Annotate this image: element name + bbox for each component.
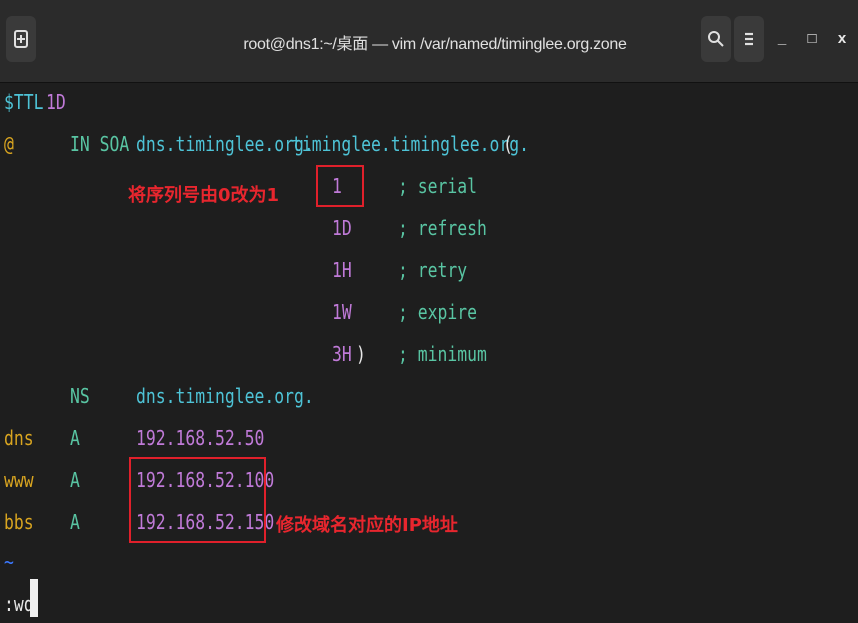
hamburger-menu-icon <box>745 32 753 46</box>
ip-highlight-box <box>129 457 266 543</box>
search-button[interactable] <box>701 16 731 62</box>
soa-nameserver: dns.timinglee.org. <box>136 132 314 156</box>
soa-retry-comment: ; retry <box>398 258 468 282</box>
a-record-type: A <box>70 426 80 450</box>
soa-serial-comment: ; serial <box>398 174 477 198</box>
maximize-button[interactable]: □ <box>802 28 822 48</box>
soa-expire-value: 1W <box>332 300 352 324</box>
window-title: root@dns1:~/桌面 — vim /var/named/timingle… <box>243 36 627 53</box>
soa-class-type: IN SOA <box>70 132 130 156</box>
a-record-name: bbs <box>4 510 34 534</box>
ttl-value: 1D <box>46 90 66 114</box>
ns-record-value: dns.timinglee.org. <box>136 384 314 408</box>
a-record-name: www <box>4 468 34 492</box>
soa-origin: @ <box>4 132 14 156</box>
ip-annotation: 修改域名对应的IP地址 <box>276 515 458 536</box>
close-button[interactable]: x <box>832 28 852 48</box>
soa-expire-comment: ; expire <box>398 300 477 324</box>
a-record-name: dns <box>4 426 34 450</box>
soa-refresh-value: 1D <box>332 216 352 240</box>
new-tab-icon <box>14 30 28 48</box>
soa-minimum-comment: ; minimum <box>398 342 487 366</box>
soa-email: timinglee.timinglee.org. <box>292 132 529 156</box>
a-record-type: A <box>70 468 80 492</box>
a-record-ip: 192.168.52.50 <box>136 426 265 450</box>
ns-record-type: NS <box>70 384 90 408</box>
menu-button[interactable] <box>734 16 764 62</box>
soa-minimum-value: 3H <box>332 342 352 366</box>
new-tab-button[interactable] <box>6 16 36 62</box>
soa-open-paren: ( <box>503 132 513 156</box>
empty-line-tilde: ~ <box>4 550 14 574</box>
soa-retry-value: 1H <box>332 258 352 282</box>
soa-close-paren: ) <box>356 342 366 366</box>
ttl-directive: $TTL <box>4 90 44 114</box>
serial-highlight-box <box>316 165 364 207</box>
a-record-type: A <box>70 510 80 534</box>
search-icon <box>708 31 724 47</box>
minimize-button[interactable]: _ <box>772 28 792 48</box>
text-cursor <box>30 579 38 617</box>
title-bar: root@dns1:~/桌面 — vim /var/named/timingle… <box>0 0 858 83</box>
soa-refresh-comment: ; refresh <box>398 216 487 240</box>
serial-annotation: 将序列号由0改为1 <box>128 185 280 206</box>
